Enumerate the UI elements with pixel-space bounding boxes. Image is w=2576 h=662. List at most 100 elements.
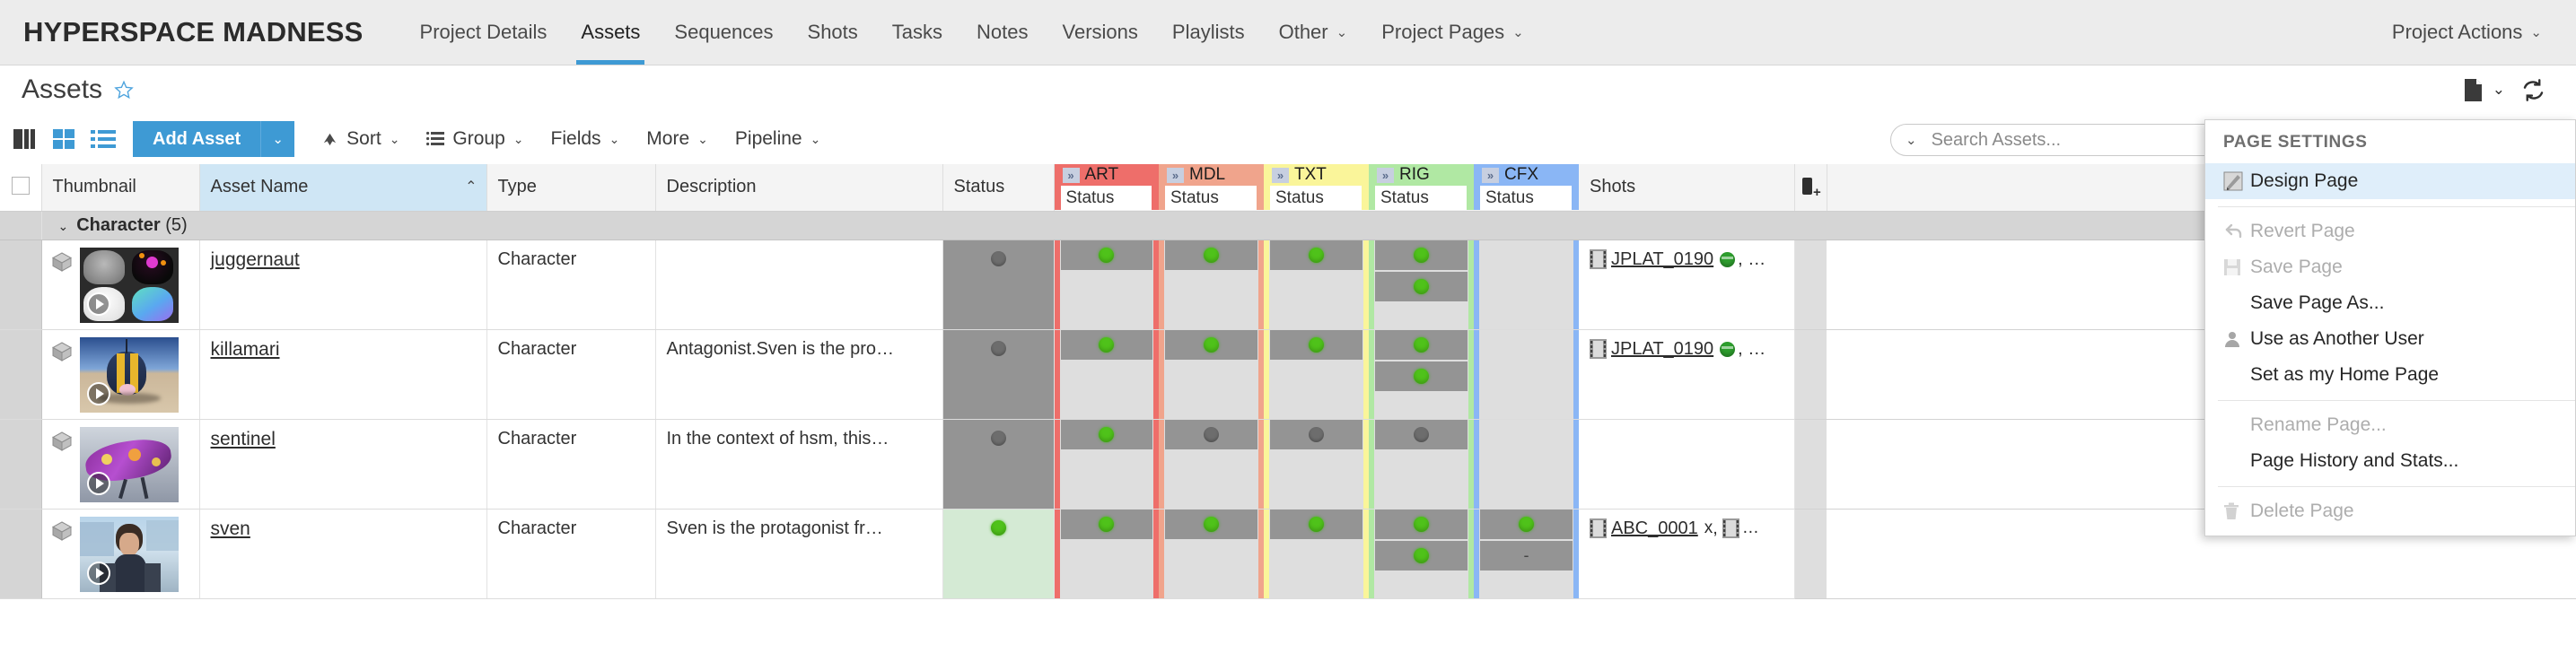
play-icon[interactable] (86, 381, 110, 405)
expand-step-icon[interactable]: » (1167, 167, 1184, 183)
row-thumbnail-cell[interactable] (41, 419, 200, 510)
row-thumbnail-cell[interactable] (41, 509, 200, 599)
task-chip[interactable] (1165, 509, 1257, 539)
column-header-status[interactable]: Status (942, 164, 1055, 212)
menu-item-page-history-and-stats[interactable]: Page History and Stats... (2205, 443, 2575, 479)
row-description-cell[interactable]: In the context of hsm, this… (655, 419, 943, 510)
row-status-cell[interactable] (942, 240, 1055, 330)
task-chip[interactable] (1375, 240, 1468, 270)
task-chip[interactable] (1270, 509, 1362, 539)
row-type-cell[interactable]: Character (486, 509, 656, 599)
chevron-down-icon[interactable]: ⌄ (1906, 132, 1917, 148)
asset-name-link[interactable]: sentinel (211, 429, 276, 449)
task-chip[interactable] (1165, 419, 1257, 449)
expand-step-icon[interactable]: » (1272, 167, 1289, 183)
pipeline-button[interactable]: Pipeline ⌄ (735, 128, 820, 150)
column-header-asset-name[interactable]: Asset Name ⌃ (199, 164, 487, 212)
column-header-pipeline-art[interactable]: » ART Status (1054, 164, 1159, 212)
task-chip[interactable] (1270, 329, 1362, 360)
add-column-icon[interactable]: + (1801, 177, 1823, 204)
nav-link-shots[interactable]: Shots (791, 0, 875, 65)
nav-link-project-details[interactable]: Project Details (403, 0, 565, 65)
row-pipeline-cell-txt[interactable] (1264, 419, 1369, 510)
row-pipeline-cell-txt[interactable] (1264, 509, 1369, 599)
row-shots-cell[interactable] (1579, 419, 1795, 510)
select-all-header[interactable] (0, 164, 42, 212)
shot-links[interactable]: ABC_0001 x, … (1590, 518, 1783, 539)
menu-item-set-as-my-home-page[interactable]: Set as my Home Page (2205, 357, 2575, 393)
task-chip[interactable] (1480, 509, 1573, 539)
nav-link-other[interactable]: Other ⌄ (1262, 0, 1365, 65)
row-thumbnail-cell[interactable] (41, 329, 200, 420)
row-pipeline-cell-mdl[interactable] (1159, 240, 1264, 330)
row-shots-cell[interactable]: JPLAT_0190 , … (1579, 329, 1795, 420)
refresh-icon[interactable] (2521, 78, 2545, 102)
sort-button[interactable]: Sort ⌄ (321, 128, 399, 150)
group-row-content[interactable]: ⌄ Character (5) (41, 211, 2576, 240)
asset-name-link[interactable]: killamari (211, 339, 280, 360)
task-chip[interactable] (1375, 361, 1468, 391)
play-icon[interactable] (86, 561, 110, 585)
chevron-down-icon[interactable]: ⌄ (58, 219, 69, 234)
play-icon[interactable] (86, 292, 110, 316)
row-description-cell[interactable]: Antagonist.Sven is the pro… (655, 329, 943, 420)
task-chip[interactable]: - (1480, 540, 1573, 571)
row-asset-name-cell[interactable]: sven (199, 509, 487, 599)
asset-thumbnail-image[interactable] (79, 426, 179, 502)
row-shots-cell[interactable]: JPLAT_0190 , … (1579, 240, 1795, 330)
row-shots-cell[interactable]: ABC_0001 x, … (1579, 509, 1795, 599)
nav-link-project-pages[interactable]: Project Pages ⌄ (1364, 0, 1541, 65)
task-chip[interactable] (1270, 240, 1362, 270)
task-chip[interactable] (1060, 509, 1152, 539)
nav-link-versions[interactable]: Versions (1046, 0, 1155, 65)
table-row[interactable]: juggernaut Character JPLAT_0190 , … (0, 240, 2576, 330)
table-row[interactable]: killamari Character Antagonist.Sven is the… (0, 329, 2576, 420)
row-pipeline-cell-art[interactable] (1054, 509, 1159, 599)
row-asset-name-cell[interactable]: juggernaut (199, 240, 487, 330)
page-icon[interactable] (2463, 78, 2484, 102)
nav-link-playlists[interactable]: Playlists (1155, 0, 1262, 65)
row-pipeline-cell-rig[interactable] (1369, 419, 1474, 510)
table-row[interactable]: sven Character Sven is the protagonist fr…… (0, 509, 2576, 599)
asset-thumbnail-image[interactable] (79, 247, 179, 323)
row-pipeline-cell-mdl[interactable] (1159, 329, 1264, 420)
add-column-header[interactable]: + (1794, 164, 1827, 212)
add-asset-dropdown-button[interactable]: ⌄ (260, 121, 295, 157)
add-asset-button[interactable]: Add Asset (133, 121, 261, 157)
row-pipeline-cell-mdl[interactable] (1159, 419, 1264, 510)
expand-step-icon[interactable]: » (1377, 167, 1394, 183)
column-header-description[interactable]: Description (655, 164, 943, 212)
shot-link[interactable]: JPLAT_0190 (1611, 249, 1713, 270)
grid-view-icon[interactable] (51, 127, 78, 151)
task-chip[interactable] (1375, 509, 1468, 539)
row-pipeline-cell-rig[interactable] (1369, 329, 1474, 420)
list-view-icon[interactable] (90, 127, 117, 151)
chevron-down-icon[interactable]: ⌄ (2493, 81, 2505, 99)
row-asset-name-cell[interactable]: sentinel (199, 419, 487, 510)
star-outline-icon[interactable] (114, 80, 134, 100)
task-chip[interactable] (1375, 419, 1468, 449)
task-chip[interactable] (1060, 329, 1152, 360)
menu-item-save-page-as[interactable]: Save Page As... (2205, 285, 2575, 321)
row-status-cell[interactable] (942, 329, 1055, 420)
asset-group-row[interactable]: ⌄ Character (5) (0, 211, 2576, 240)
row-type-cell[interactable]: Character (486, 419, 656, 510)
shot-links[interactable]: JPLAT_0190 , … (1590, 339, 1783, 360)
column-header-thumbnail[interactable]: Thumbnail (41, 164, 200, 212)
group-button[interactable]: Group ⌄ (426, 128, 524, 150)
task-chip[interactable] (1270, 419, 1362, 449)
task-chip[interactable] (1060, 240, 1152, 270)
row-pipeline-cell-cfx[interactable] (1474, 419, 1579, 510)
shot-link[interactable]: JPLAT_0190 (1611, 339, 1713, 360)
row-pipeline-cell-cfx[interactable] (1474, 329, 1579, 420)
table-row[interactable]: sentinel Character In the context of hsm, … (0, 419, 2576, 510)
row-pipeline-cell-art[interactable] (1054, 419, 1159, 510)
row-description-cell[interactable]: Sven is the protagonist fr… (655, 509, 943, 599)
expand-step-icon[interactable]: » (1482, 167, 1499, 183)
nav-link-tasks[interactable]: Tasks (875, 0, 959, 65)
nav-project-actions[interactable]: Project Actions ⌄ (2375, 21, 2545, 44)
task-chip[interactable] (1375, 540, 1468, 571)
asset-name-link[interactable]: juggernaut (211, 249, 300, 270)
row-pipeline-cell-rig[interactable] (1369, 509, 1474, 599)
row-pipeline-cell-txt[interactable] (1264, 329, 1369, 420)
